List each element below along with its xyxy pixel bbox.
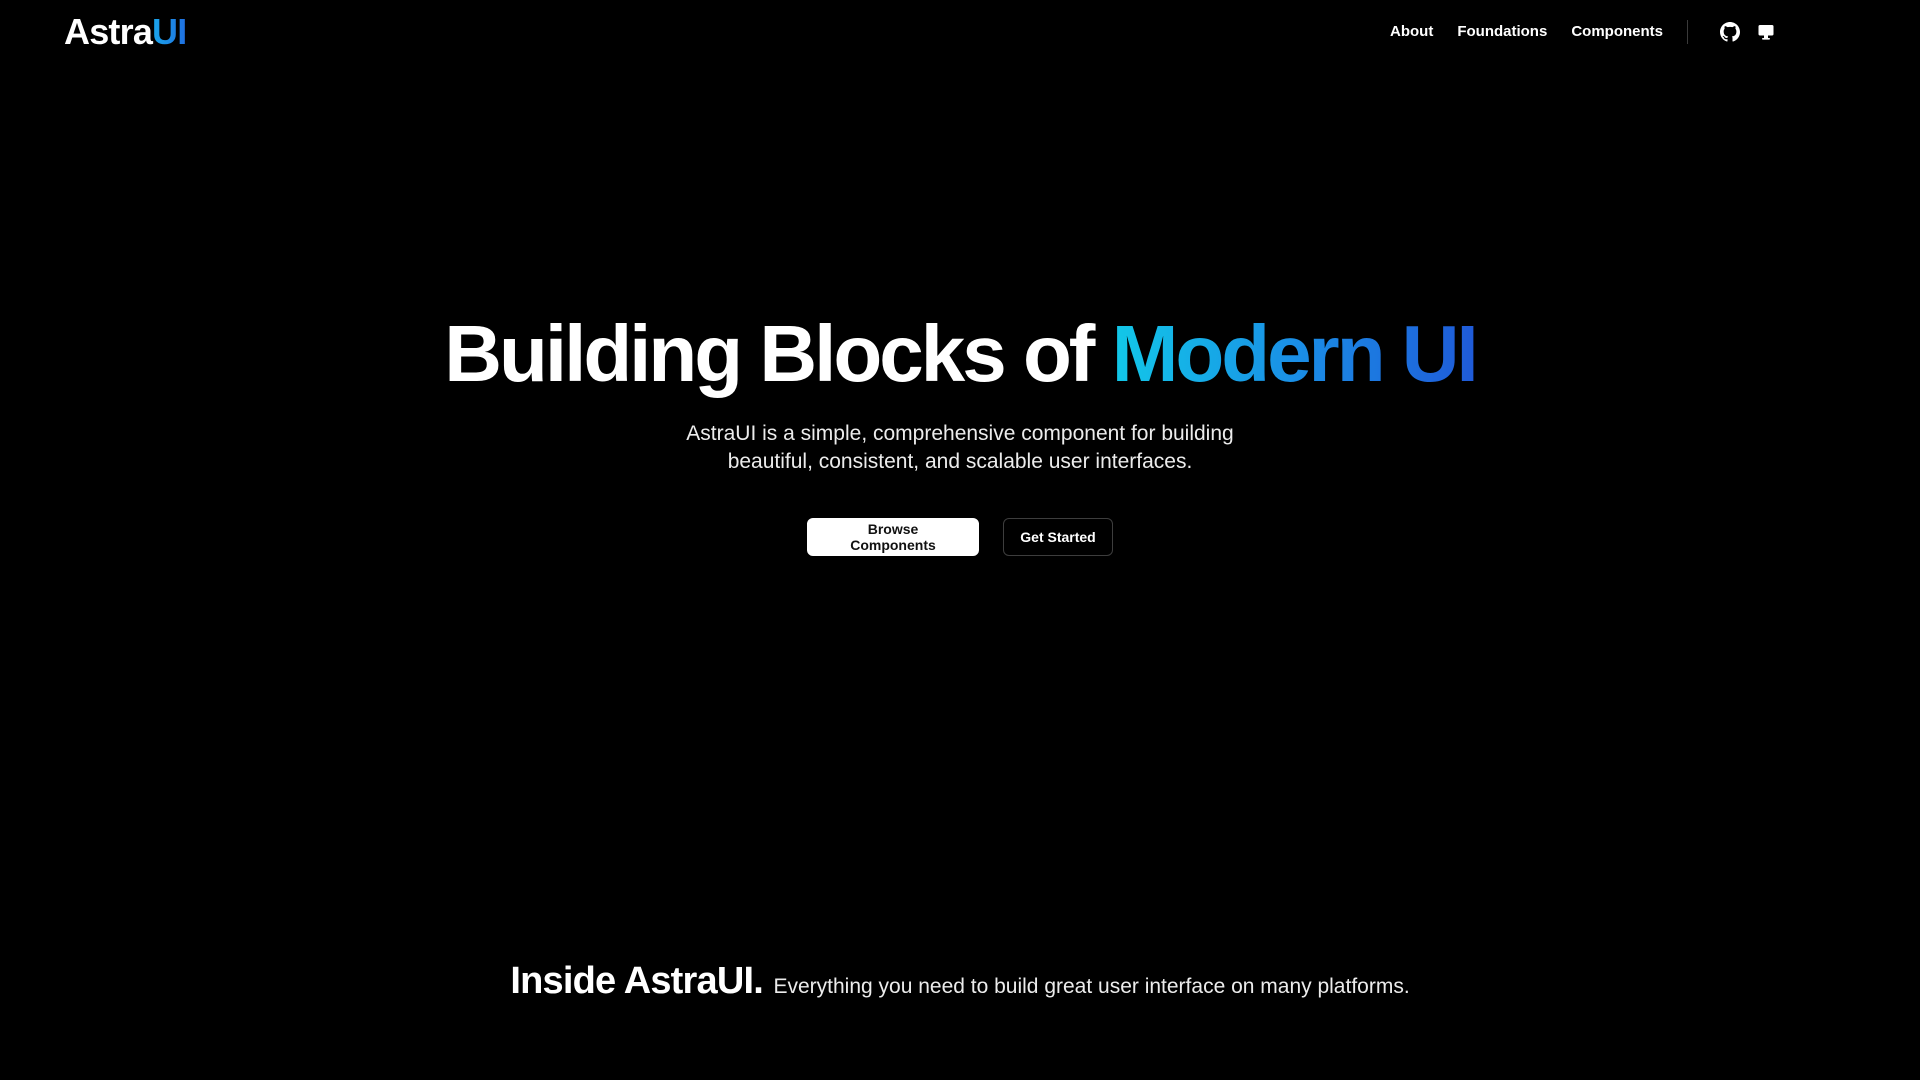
main-nav: About Foundations Components: [1366, 20, 1776, 44]
browse-components-button[interactable]: Browse Components: [807, 518, 979, 556]
hero-subtitle-line-2: beautiful, consistent, and scalable user…: [727, 450, 1193, 473]
landing-page: AstraUI About Foundations Components Bui: [0, 0, 1920, 1080]
hero-title-gradient: Modern UI: [1111, 309, 1479, 398]
nav-link-components[interactable]: Components: [1571, 20, 1663, 44]
nav-link-about[interactable]: About: [1390, 20, 1433, 44]
logo-text-main: Astra: [64, 11, 153, 52]
hero-subtitle: AstraUI is a simple, comprehensive compo…: [660, 420, 1260, 476]
nav-divider: [1687, 20, 1688, 44]
get-started-button[interactable]: Get Started: [1003, 518, 1113, 556]
hero-actions: Browse Components Get Started: [0, 518, 1920, 556]
logo[interactable]: AstraUI: [64, 11, 187, 52]
logo-text-accent: UI: [152, 11, 187, 52]
nav-link-foundations[interactable]: Foundations: [1457, 20, 1547, 44]
inside-section-heading: Inside AstraUI. Everything you need to b…: [0, 960, 1920, 1003]
hero-title: Building Blocks of Modern UI: [0, 304, 1920, 404]
github-icon[interactable]: [1720, 22, 1740, 42]
top-navbar: AstraUI About Foundations Components: [0, 0, 1920, 64]
inside-title: Inside AstraUI.: [510, 960, 764, 1002]
hero-title-plain: Building Blocks of: [444, 309, 1095, 398]
hero-subtitle-line-1: AstraUI is a simple, comprehensive compo…: [686, 422, 1234, 445]
monitor-icon[interactable]: [1756, 22, 1776, 42]
inside-description: Everything you need to build great user …: [773, 975, 1410, 998]
